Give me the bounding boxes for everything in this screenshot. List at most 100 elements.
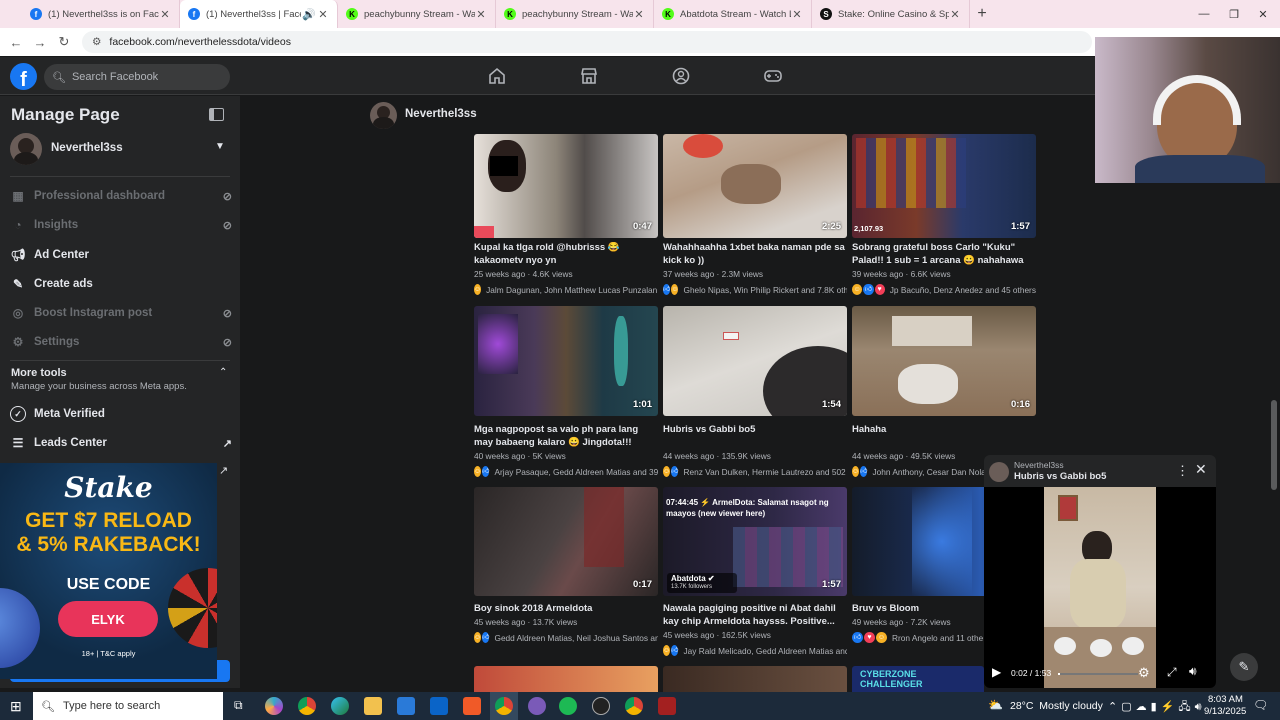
notifications-icon[interactable]: 🗨 — [1253, 698, 1268, 712]
url-field[interactable]: ⚙ facebook.com/neverthelessdota/videos — [82, 31, 1092, 53]
outlook-icon[interactable] — [430, 697, 448, 715]
video-title[interactable]: Hahaha — [852, 424, 1036, 450]
video-title[interactable]: Sobrang grateful boss Carlo "Kuku" Palad… — [852, 242, 1036, 268]
taskbar-search-input[interactable]: 🔍︎ Type here to search — [33, 692, 223, 720]
video-title[interactable]: Boy sinok 2018 Armeldota — [474, 603, 658, 616]
home-icon[interactable] — [487, 66, 507, 86]
video-card[interactable]: 1:01 Mga nagpopost sa valo ph para lang … — [474, 306, 658, 477]
video-thumbnail[interactable]: 2:25 — [663, 134, 847, 238]
video-card[interactable]: 0:47 Kupal ka tlga rold @hubrisss 😂 kaka… — [474, 134, 658, 295]
video-card[interactable]: 0:17 Boy sinok 2018 Armeldota 45 weeks a… — [474, 487, 658, 643]
close-icon[interactable]: ✕ — [475, 8, 487, 21]
close-icon[interactable]: ✕ — [159, 8, 171, 21]
video-thumbnail[interactable]: 07:44:45 ⚡ ArmelDota: Salamat nsagot ng … — [663, 487, 847, 596]
sidebar-item-meta-verified[interactable]: ✓ Meta Verified — [10, 404, 232, 424]
sidebar-item-professional-dashboard[interactable]: ▦ Professional dashboard ⊘ — [10, 186, 232, 206]
sidebar-item-leads-center[interactable]: ☰ Leads Center ↗ — [10, 433, 232, 453]
scrollbar-thumb[interactable] — [1271, 400, 1277, 490]
video-card[interactable]: 0:16 Hahaha 44 weeks ago · 49.5K views ☺… — [852, 306, 1036, 477]
sidebar-item-create-ads[interactable]: ✎ Create ads — [10, 274, 232, 294]
page-scrollbar[interactable] — [1268, 96, 1280, 688]
chevron-up-icon[interactable]: ⌃ — [219, 367, 227, 378]
github-icon[interactable] — [592, 697, 610, 715]
volume-icon[interactable]: 🔊︎ — [1189, 664, 1197, 679]
back-icon[interactable]: ← — [4, 35, 28, 50]
file-explorer-icon[interactable] — [364, 697, 382, 715]
close-window-icon[interactable]: ✕ — [1246, 0, 1280, 28]
reactions-row[interactable]: ☺ 👍︎ Arjay Pasaque, Gedd Aldreen Matias an… — [474, 466, 658, 477]
browser-tab-4[interactable]: K peachybunny Stream - Watch L ✕ — [496, 0, 654, 28]
video-thumbnail[interactable]: 1:54 — [663, 306, 847, 416]
video-card[interactable]: 2,107.93 1:57 Sobrang grateful boss Carl… — [852, 134, 1036, 295]
caret-down-icon[interactable]: ▼ — [215, 141, 225, 152]
more-tools-section[interactable]: More tools Manage your business across M… — [11, 367, 231, 397]
brave-icon[interactable] — [463, 697, 481, 715]
close-icon[interactable]: ✕ — [791, 8, 803, 21]
groups-icon[interactable] — [671, 66, 691, 86]
browser-tab-6[interactable]: S Stake: Online Casino & Sports B ✕ — [812, 0, 970, 28]
mini-video-player[interactable]: Neverthel3ss Hubris vs Gabbi bo5 ⋮ ✕ ▶ 0… — [984, 455, 1216, 688]
edge-icon[interactable] — [331, 697, 349, 715]
reactions-row[interactable]: ☺ Jalm Dagunan, John Matthew Lucas Punzal… — [474, 284, 658, 295]
browser-tab-1[interactable]: f (1) Neverthel3ss is on Faceboo ✕ — [22, 0, 180, 28]
player-channel[interactable]: Neverthel3ss — [1014, 460, 1064, 470]
store-icon[interactable] — [397, 697, 415, 715]
search-input[interactable]: 🔍︎ Search Facebook — [44, 64, 230, 90]
progress-bar[interactable] — [1058, 673, 1138, 675]
chrome-profile-icon[interactable] — [625, 697, 643, 715]
video-title[interactable]: Kupal ka tlga rold @hubrisss 😂 kakaometv… — [474, 242, 658, 268]
video-thumbnail[interactable] — [663, 666, 847, 692]
video-card[interactable]: 2:25 Wahahhaahha 1xbet baka naman pde sa… — [663, 134, 847, 295]
marketplace-icon[interactable] — [579, 66, 599, 86]
chrome-icon[interactable] — [298, 697, 316, 715]
stake-ad-banner[interactable]: Stake GET $7 RELOAD & 5% RAKEBACK! USE C… — [0, 463, 217, 679]
close-icon[interactable]: ✕ — [1195, 461, 1207, 478]
copilot-icon[interactable] — [265, 697, 283, 715]
video-card[interactable]: 07:44:45 ⚡ ArmelDota: Salamat nsagot ng … — [663, 487, 847, 656]
video-thumbnail[interactable]: 1:01 — [474, 306, 658, 416]
gear-icon[interactable]: ⚙ — [1138, 665, 1150, 681]
video-thumbnail[interactable]: 0:16 — [852, 306, 1036, 416]
task-view-icon[interactable]: ⧉ — [234, 698, 243, 713]
video-thumbnail[interactable]: CYBERZONE CHALLENGER — [852, 666, 984, 692]
facebook-logo-icon[interactable]: f — [10, 63, 37, 90]
spotify-icon[interactable] — [559, 697, 577, 715]
collapse-sidebar-icon[interactable] — [209, 108, 224, 121]
reactions-row[interactable]: ☺ 👍︎ ♥ Jp Bacuño, Denz Anedez and 45 others — [852, 284, 1036, 295]
compose-button[interactable]: ✎ — [1230, 653, 1258, 681]
site-info-icon[interactable]: ⚙ — [92, 36, 101, 48]
page-account-switcher[interactable]: Neverthel3ss ▼ — [10, 133, 230, 165]
reactions-row[interactable]: 👍︎ ☺ Ghelo Nipas, Win Philip Rickert and 7… — [663, 284, 847, 295]
player-title[interactable]: Hubris vs Gabbi bo5 — [1014, 471, 1106, 482]
video-title[interactable]: Mga nagpopost sa valo ph para lang may b… — [474, 424, 658, 450]
sidebar-item-boost-instagram[interactable]: ◎ Boost Instagram post ⊘ — [10, 303, 232, 323]
speaker-icon[interactable]: 🔊 — [301, 8, 317, 21]
browser-tab-5[interactable]: K Abatdota Stream - Watch Live o ✕ — [654, 0, 812, 28]
new-tab-button[interactable]: + — [970, 0, 994, 28]
video-title[interactable]: Nawala pagiging positive ni Abat dahil k… — [663, 603, 847, 629]
player-video[interactable]: ▶ 0:02 / 1:53 ⚙ ⤢ 🔊︎ — [984, 487, 1216, 688]
video-thumbnail[interactable] — [474, 666, 658, 692]
reload-icon[interactable]: ↻ — [52, 34, 76, 50]
video-thumbnail[interactable]: 0:17 — [474, 487, 658, 596]
dota-icon[interactable] — [658, 697, 676, 715]
sidebar-item-settings[interactable]: ⚙ Settings ⊘ — [10, 332, 232, 352]
weather-text[interactable]: 28°C Mostly cloudy — [1010, 700, 1103, 712]
reactions-row[interactable]: ☺ 👍︎ Jay Rald Melicado, Gedd Aldreen Matia… — [663, 645, 847, 656]
reactions-row[interactable]: ☺ 👍︎ Gedd Aldreen Matias, Neil Joshua Sant… — [474, 632, 658, 643]
video-title[interactable]: Wahahhaahha 1xbet baka naman pde sa kick… — [663, 242, 847, 268]
browser-tab-2[interactable]: f (1) Neverthel3ss | Facebook 🔊 ✕ — [180, 0, 338, 28]
reactions-row[interactable]: ☺ 👍︎ Renz Van Dulken, Hermie Lautrezo and … — [663, 466, 847, 477]
more-options-icon[interactable]: ⋮ — [1176, 463, 1189, 479]
clock-date[interactable]: 9/13/2025 — [1204, 706, 1246, 717]
sidebar-item-insights[interactable]: ◔ Insights ⊘ — [10, 215, 232, 235]
browser-tab-3[interactable]: K peachybunny Stream - Watch L ✕ — [338, 0, 496, 28]
video-thumbnail[interactable]: 0:47 — [474, 134, 658, 238]
video-card[interactable]: 1:54 Hubris vs Gabbi bo5 44 weeks ago · … — [663, 306, 847, 477]
page-name[interactable]: Neverthel3ss — [405, 108, 477, 120]
close-icon[interactable]: ✕ — [949, 8, 961, 21]
windows-start-icon[interactable]: ⊞ — [10, 698, 22, 715]
clock-time[interactable]: 8:03 AM — [1208, 694, 1243, 705]
close-icon[interactable]: ✕ — [317, 8, 329, 21]
forward-icon[interactable]: → — [28, 35, 52, 50]
